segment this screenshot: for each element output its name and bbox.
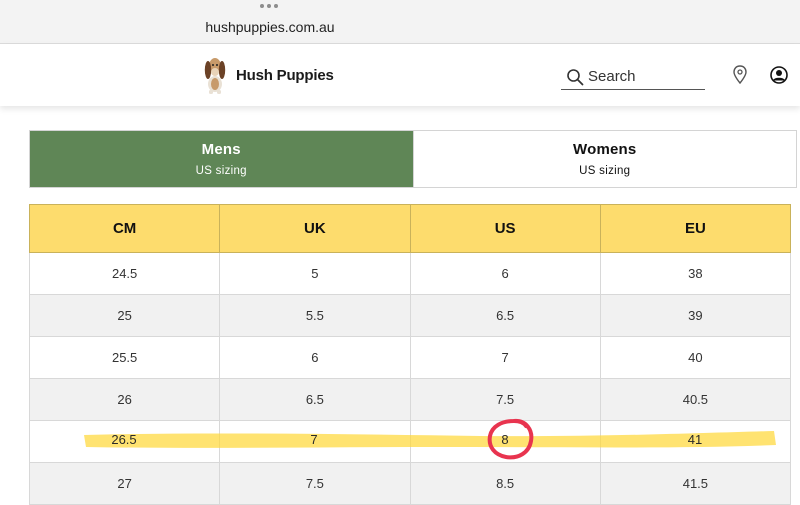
basset-hound-logo-icon <box>204 58 226 94</box>
highlighted-uk: 7 <box>310 432 318 447</box>
cell-cm: 26 <box>28 378 221 421</box>
table-row: 27 7.5 8.5 41.5 <box>28 462 792 505</box>
cell-uk: 6 <box>219 336 411 379</box>
cell-cm: 27 <box>28 462 221 505</box>
size-chart-table: CM UK US EU 24.5 5 6 38 25 5.5 6.5 39 25… <box>28 204 792 505</box>
address-bar-url[interactable]: hushpuppies.com.au <box>0 19 540 35</box>
cell-cm: 25.5 <box>28 336 221 379</box>
table-row: 26 6.5 7.5 40.5 <box>28 378 792 421</box>
header-eu: EU <box>599 204 792 253</box>
tab-womens-label: Womens <box>573 141 637 158</box>
table-row: 25 5.5 6.5 39 <box>28 294 792 337</box>
brand-logo[interactable]: Hush Puppies <box>202 55 342 95</box>
cell-eu: 40.5 <box>599 378 792 421</box>
table-row: 25.5 6 7 40 <box>28 336 792 379</box>
user-account-icon[interactable] <box>770 66 788 84</box>
tab-mens-sub: US sizing <box>195 165 247 177</box>
tab-mens[interactable]: Mens US sizing <box>30 131 413 187</box>
tab-womens[interactable]: Womens US sizing <box>412 131 796 187</box>
search-icon[interactable] <box>566 68 584 86</box>
site-header: Hush Puppies <box>0 44 800 106</box>
tab-womens-sub: US sizing <box>579 165 631 177</box>
table-header-row: CM UK US EU <box>28 204 792 253</box>
cell-uk: 5.5 <box>219 294 411 337</box>
cell-uk: 5 <box>219 252 411 295</box>
search-input[interactable] <box>588 68 698 85</box>
table-row: 24.5 5 6 38 <box>28 252 792 295</box>
cell-eu: 39 <box>599 294 792 337</box>
browser-bar: hushpuppies.com.au <box>0 0 800 44</box>
cell-us: 7 <box>409 336 601 379</box>
header-uk: UK <box>219 204 411 253</box>
cell-us: 7.5 <box>409 378 601 421</box>
cell-uk: 6.5 <box>219 378 411 421</box>
highlighted-us: 8 <box>501 432 509 447</box>
highlighted-eu: 41 <box>687 432 703 447</box>
highlighted-cm: 26.5 <box>111 432 137 447</box>
cell-eu: 41.5 <box>599 462 792 505</box>
cell-eu: 38 <box>599 252 792 295</box>
location-pin-icon[interactable] <box>732 65 748 85</box>
header-cm: CM <box>28 204 221 253</box>
tab-mens-label: Mens <box>201 141 241 158</box>
cell-us: 6 <box>409 252 601 295</box>
search-box[interactable] <box>561 64 705 90</box>
brand-name: Hush Puppies <box>236 66 334 84</box>
header-us: US <box>409 204 601 253</box>
cell-us: 8.5 <box>409 462 601 505</box>
page: hushpuppies.com.au Hush Puppies Search M… <box>0 0 800 505</box>
cell-us: 6.5 <box>409 294 601 337</box>
cell-eu: 40 <box>599 336 792 379</box>
gender-tabs: Mens US sizing Womens US sizing <box>29 130 797 188</box>
cell-cm: 25 <box>28 294 221 337</box>
browser-menu-dots[interactable] <box>260 4 280 12</box>
cell-uk: 7.5 <box>219 462 411 505</box>
cell-cm: 24.5 <box>28 252 221 295</box>
